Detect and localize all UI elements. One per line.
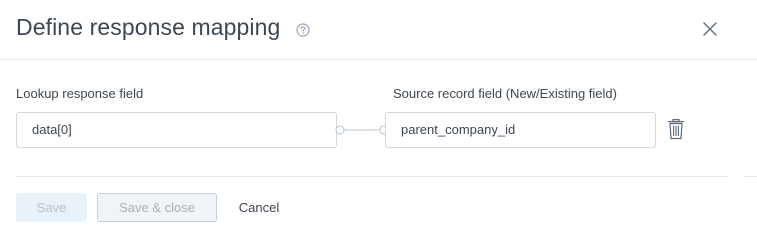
source-field-label: Source record field (New/Existing field) <box>393 86 617 101</box>
response-mapping-dialog: Define response mapping Lookup response … <box>0 0 757 240</box>
footer-divider <box>16 176 728 177</box>
dialog-header: Define response mapping <box>0 0 757 60</box>
save-and-close-button[interactable]: Save & close <box>97 193 217 222</box>
save-button[interactable]: Save <box>16 193 87 222</box>
footer-divider-tail <box>744 176 757 177</box>
close-icon[interactable] <box>700 19 720 39</box>
trash-icon[interactable] <box>666 118 686 140</box>
help-circle-icon[interactable] <box>296 23 310 37</box>
link-connector-icon <box>335 125 389 135</box>
cancel-button[interactable]: Cancel <box>230 193 288 222</box>
dialog-title: Define response mapping <box>16 14 281 40</box>
lookup-field-label: Lookup response field <box>16 86 144 101</box>
lookup-response-field-input[interactable]: data[0] <box>16 112 337 148</box>
source-record-field-input[interactable]: parent_company_id <box>385 112 656 148</box>
